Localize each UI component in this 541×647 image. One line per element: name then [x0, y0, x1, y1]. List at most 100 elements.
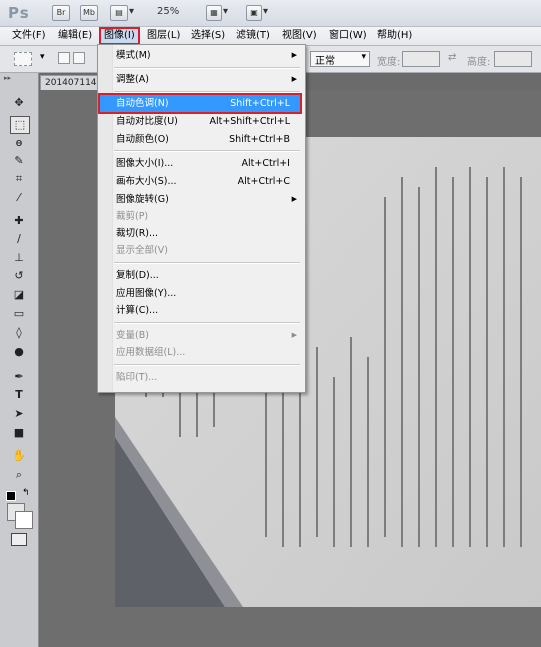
menu-item-mode[interactable]: 模式(M) ▶ [100, 47, 300, 64]
menu-item-auto-contrast-shortcut: Alt+Shift+Ctrl+L [209, 116, 290, 127]
chevron-down-icon[interactable]: ▾ [263, 6, 268, 17]
menu-item-image-size[interactable]: 图像大小(I)... Alt+Ctrl+I [100, 155, 300, 172]
menu-item-apply-data-set-label: 应用数据组(L)... [116, 347, 186, 358]
quick-mask-icon[interactable] [11, 533, 27, 546]
quick-selection-tool-icon[interactable]: ✎ [10, 153, 28, 169]
menu-item-canvas-size-shortcut: Alt+Ctrl+C [237, 176, 290, 187]
pen-tool-icon[interactable]: ✒ [10, 369, 28, 385]
menu-item-crop: 裁剪(P) [100, 208, 300, 225]
blur-tool-icon[interactable]: ◊ [10, 325, 28, 341]
menu-filter[interactable]: 滤镜(T) [233, 29, 273, 43]
dodge-tool-icon[interactable]: ● [10, 344, 28, 360]
lasso-tool-icon[interactable]: ɵ [10, 135, 28, 151]
zoom-tool-icon[interactable]: ⌕ [10, 467, 28, 483]
path-selection-tool-icon[interactable]: ➤ [10, 406, 28, 422]
menu-item-apply-image[interactable]: 应用图像(Y)... [100, 285, 300, 302]
height-input[interactable] [494, 51, 532, 67]
menu-item-duplicate-label: 复制(D)... [116, 270, 159, 281]
submenu-arrow-icon: ▶ [291, 75, 297, 83]
zoom-level[interactable]: 25% [157, 6, 179, 17]
chevron-down-icon[interactable]: ▾ [223, 6, 228, 17]
menu-item-auto-color[interactable]: 自动颜色(O) Shift+Ctrl+B [100, 131, 300, 148]
menu-item-image-size-label: 图像大小(I)... [116, 158, 174, 169]
menu-item-duplicate[interactable]: 复制(D)... [100, 267, 300, 284]
clone-stamp-tool-icon[interactable]: ⊥ [10, 250, 28, 266]
chevron-down-icon[interactable]: ▾ [129, 6, 134, 17]
menu-window[interactable]: 窗口(W) [326, 29, 370, 43]
panel-collapse-icon[interactable]: ▸▸ [4, 74, 11, 82]
menu-item-trim[interactable]: 裁切(R)... [100, 225, 300, 242]
menu-item-auto-tone-shortcut: Shift+Ctrl+L [230, 98, 290, 109]
rectangle-tool-icon[interactable]: ■ [10, 425, 28, 441]
screen-mode-icon[interactable]: ▣ [246, 5, 262, 21]
rectangular-marquee-tool-icon[interactable]: ⬚ [10, 116, 30, 134]
menu-item-image-rotation[interactable]: 图像旋转(G) ▶ [100, 191, 300, 208]
menu-separator [114, 322, 300, 324]
crop-tool-icon[interactable]: ⌗ [10, 171, 28, 187]
swap-icon[interactable]: ⇄ [448, 52, 456, 63]
menu-file[interactable]: 文件(F) [9, 29, 49, 43]
menu-image[interactable]: 图像(I) [99, 27, 140, 45]
application-bar: Ps Br Mb ▤ ▾ 25% ▦ ▾ ▣ ▾ [0, 0, 541, 27]
submenu-arrow-icon: ▶ [291, 51, 297, 59]
style-select[interactable]: 正常 ▾ [310, 51, 370, 67]
menu-view[interactable]: 视图(V) [279, 29, 320, 43]
new-selection-icon[interactable] [58, 52, 70, 64]
menu-item-auto-tone[interactable]: 自动色调(N) Shift+Ctrl+L [98, 93, 302, 114]
width-input[interactable] [402, 51, 440, 67]
move-tool-icon[interactable]: ✥ [10, 95, 28, 111]
mini-bridge-button[interactable]: Mb [80, 5, 98, 21]
type-tool-icon[interactable]: T [10, 387, 28, 403]
menu-item-reveal-all-label: 显示全部(V) [116, 245, 168, 256]
hand-tool-icon[interactable]: ✋ [10, 448, 28, 464]
menu-item-calculations[interactable]: 计算(C)... [100, 302, 300, 319]
menu-item-image-rotation-label: 图像旋转(G) [116, 194, 169, 205]
menu-help[interactable]: 帮助(H) [374, 29, 415, 43]
spot-healing-tool-icon[interactable]: ✚ [10, 213, 28, 229]
menu-item-variables: 变量(B) ▶ [100, 327, 300, 344]
menu-item-auto-contrast-label: 自动对比度(U) [116, 116, 178, 127]
menu-item-canvas-size-label: 画布大小(S)... [116, 176, 177, 187]
chevron-down-icon[interactable]: ▾ [40, 52, 45, 62]
menu-item-trap-label: 陷印(T)... [116, 372, 158, 383]
image-menu-dropdown: 模式(M) ▶ 调整(A) ▶ 自动色调(N) Shift+Ctrl+L 自动对… [97, 44, 306, 393]
menu-item-calculations-label: 计算(C)... [116, 305, 159, 316]
bridge-button[interactable]: Br [52, 5, 70, 21]
menu-item-apply-image-label: 应用图像(Y)... [116, 288, 177, 299]
default-colors-icon[interactable] [6, 491, 16, 501]
menu-item-canvas-size[interactable]: 画布大小(S)... Alt+Ctrl+C [100, 173, 300, 190]
height-label: 高度: [467, 57, 491, 68]
photoshop-logo: Ps [8, 4, 30, 22]
brush-tool-icon[interactable]: ∕ [10, 231, 28, 247]
menu-separator [114, 364, 300, 366]
swap-colors-icon[interactable]: ↰ [22, 488, 30, 498]
menu-separator [114, 67, 300, 69]
view-extras-icon[interactable]: ▤ [110, 5, 128, 21]
menu-select[interactable]: 选择(S) [188, 29, 228, 43]
menu-separator [114, 91, 300, 93]
menu-item-auto-contrast[interactable]: 自动对比度(U) Alt+Shift+Ctrl+L [100, 113, 300, 130]
menu-item-trap: 陷印(T)... [100, 369, 300, 386]
tools-panel: ▸▸ ✥ ⬚ ɵ ✎ ⌗ ⁄ ✚ ∕ ⊥ ↺ ◪ ▭ ◊ ● ✒ T ➤ ■ ✋… [0, 73, 39, 647]
menu-edit[interactable]: 编辑(E) [55, 29, 95, 43]
submenu-arrow-icon: ▶ [291, 195, 297, 203]
menu-separator [114, 262, 300, 264]
menu-item-adjust[interactable]: 调整(A) ▶ [100, 71, 300, 88]
menu-item-trim-label: 裁切(R)... [116, 228, 159, 239]
add-selection-icon[interactable] [73, 52, 85, 64]
eraser-tool-icon[interactable]: ◪ [10, 287, 28, 303]
width-label: 宽度: [377, 57, 401, 68]
menu-layer[interactable]: 图层(L) [144, 29, 183, 43]
arrange-documents-icon[interactable]: ▦ [206, 5, 222, 21]
gradient-tool-icon[interactable]: ▭ [10, 306, 28, 322]
eyedropper-tool-icon[interactable]: ⁄ [10, 190, 28, 206]
menu-item-adjust-label: 调整(A) [116, 74, 149, 85]
menu-item-mode-label: 模式(M) [116, 50, 151, 61]
style-select-value: 正常 [315, 56, 335, 67]
menu-item-reveal-all: 显示全部(V) [100, 242, 300, 259]
marquee-preset-icon[interactable] [14, 52, 32, 66]
submenu-arrow-icon: ▶ [291, 331, 297, 339]
menu-item-auto-tone-label: 自动色调(N) [116, 98, 169, 109]
history-brush-tool-icon[interactable]: ↺ [10, 268, 28, 284]
background-color-swatch[interactable] [15, 511, 33, 529]
